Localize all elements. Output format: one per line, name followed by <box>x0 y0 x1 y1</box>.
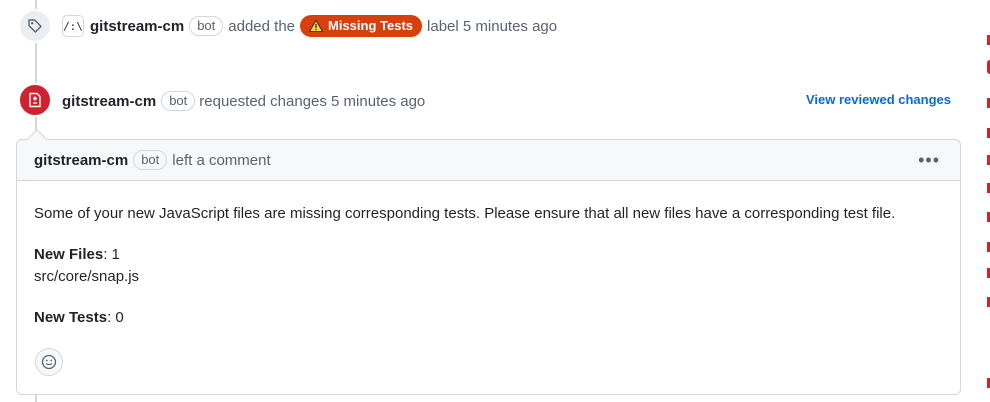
new-files-value: : 1 <box>103 246 120 263</box>
comment-action-text: left a comment <box>172 151 271 169</box>
file-diff-icon <box>18 83 52 117</box>
comment-header: gitstream-cm bot left a comment ••• <box>17 140 960 181</box>
warning-icon <box>309 20 324 32</box>
labeled-event-text: /:\ gitstream-cm bot added the Missing T… <box>62 15 557 37</box>
comment-body: Some of your new JavaScript files are mi… <box>17 181 960 329</box>
bot-badge: bot <box>189 16 224 36</box>
new-files-label: New Files <box>34 246 104 263</box>
new-tests-line: New Tests: 0 <box>34 307 943 329</box>
avatar[interactable]: /:\ <box>62 15 84 37</box>
action-text: added the <box>228 17 296 35</box>
new-files-line: New Files: 1 <box>34 244 943 266</box>
smiley-icon[interactable] <box>35 348 63 376</box>
tag-icon <box>18 9 52 43</box>
actor-link[interactable]: gitstream-cm <box>62 93 156 110</box>
bot-badge: bot <box>161 91 196 111</box>
new-tests-label: New Tests <box>34 309 108 326</box>
actor-link[interactable]: gitstream-cm <box>90 18 184 35</box>
missing-tests-label[interactable]: Missing Tests <box>300 15 423 37</box>
labeled-event: /:\ gitstream-cm bot added the Missing T… <box>18 8 557 44</box>
bot-badge: bot <box>133 150 168 170</box>
comment-intro: Some of your new JavaScript files are mi… <box>34 205 896 222</box>
kebab-horizontal-icon[interactable]: ••• <box>918 151 940 169</box>
pr-timeline: /:\ gitstream-cm bot added the Missing T… <box>0 0 990 402</box>
label-text: Missing Tests <box>328 18 414 33</box>
review-event: gitstream-cm bot requested changes 5 min… <box>62 90 425 112</box>
new-tests-value: : 0 <box>107 309 124 326</box>
view-reviewed-changes-link[interactable]: View reviewed changes <box>806 92 951 107</box>
review-comment: gitstream-cm bot left a comment ••• Some… <box>16 129 961 395</box>
timestamp-text: label 5 minutes ago <box>427 17 558 35</box>
review-action-text: requested changes 5 minutes ago <box>199 92 426 110</box>
comment-author[interactable]: gitstream-cm <box>34 152 128 169</box>
file-path: src/core/snap.js <box>34 268 140 285</box>
